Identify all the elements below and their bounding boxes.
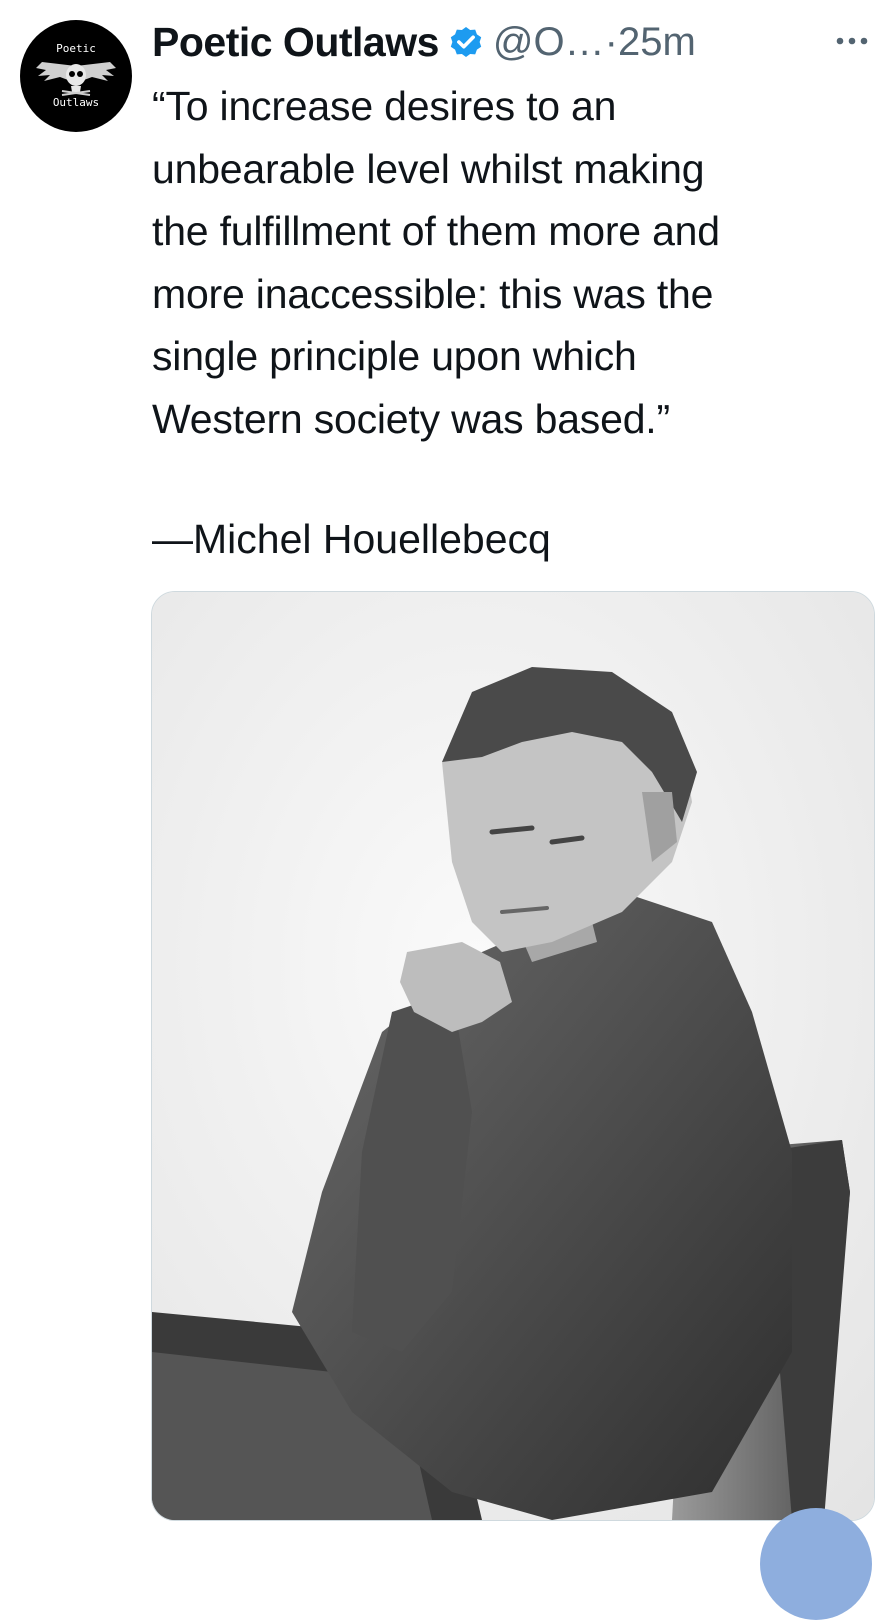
avatar-text-bottom: Outlaws	[52, 96, 100, 109]
author-avatar[interactable]: Poetic Outlaws	[20, 20, 132, 132]
tweet-timestamp[interactable]: 25m	[618, 20, 696, 65]
quote-attribution: —Michel Houellebecq	[152, 516, 551, 562]
tweet-header: Poetic Outlaws @O… · 25m	[152, 14, 696, 70]
avatar-text-top: Poetic	[56, 42, 96, 55]
winged-skull-icon	[36, 62, 116, 96]
tweet-text: “To increase desires to an unbearable le…	[152, 83, 720, 442]
verified-badge-icon[interactable]	[447, 23, 485, 61]
more-options-icon[interactable]	[828, 24, 876, 58]
author-display-name[interactable]: Poetic Outlaws	[152, 19, 439, 66]
portrait-photo-image	[152, 592, 874, 1520]
compose-fab-button[interactable]	[760, 1508, 872, 1620]
separator-dot: ·	[604, 19, 618, 64]
tweet-photo[interactable]	[151, 591, 875, 1521]
author-handle[interactable]: @O…	[493, 20, 605, 65]
